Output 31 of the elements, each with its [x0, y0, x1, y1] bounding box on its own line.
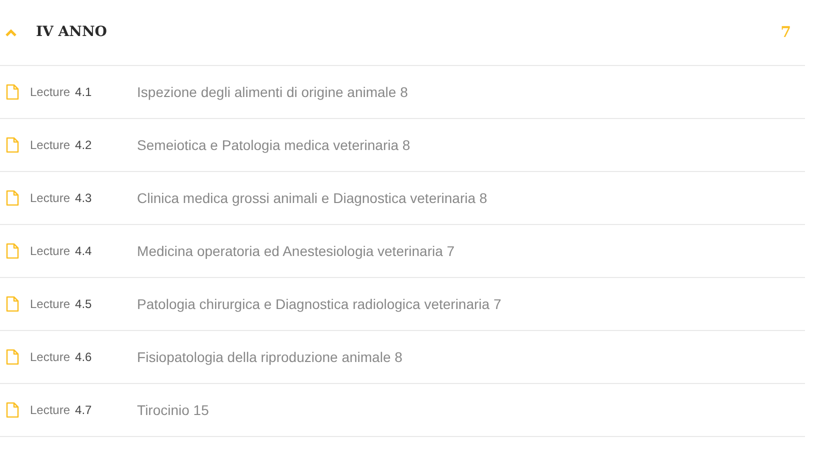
lesson-label: Lecture — [30, 137, 70, 154]
document-icon — [6, 296, 19, 312]
lesson-label: Lecture — [30, 190, 70, 207]
lesson-number: 4.3 — [75, 190, 93, 207]
document-icon — [6, 190, 19, 206]
lesson-label: Lecture — [30, 349, 70, 366]
document-icon — [6, 137, 19, 153]
lesson-title[interactable]: Fisiopatologia della riproduzione animale 8 — [137, 346, 402, 368]
lesson-title[interactable]: Clinica medica grossi animali e Diagnostica veterinaria 8 — [137, 188, 488, 208]
section-header[interactable]: IV ANNO 7 — [0, 0, 805, 66]
lesson-number: 4.6 — [75, 349, 93, 366]
lesson-title[interactable]: Ispezione degli alimenti di origine animale 8 — [137, 82, 408, 102]
lesson-number: 4.1 — [75, 84, 93, 101]
lesson-number: 4.2 — [75, 137, 93, 154]
lesson-label: Lecture — [30, 84, 70, 101]
lesson-label: Lecture — [30, 296, 70, 313]
document-icon — [6, 243, 19, 259]
lesson-label: Lecture — [30, 243, 70, 260]
lesson-number: 4.5 — [75, 296, 93, 313]
lesson-title[interactable]: Semeiotica e Patologia medica veterinaria 8 — [137, 134, 410, 156]
lesson-number: 4.4 — [75, 243, 93, 260]
lesson-label: Lecture — [30, 402, 70, 419]
lesson-number: 4.7 — [75, 402, 93, 419]
document-icon — [6, 402, 19, 418]
document-icon — [6, 84, 19, 100]
lesson-title[interactable]: Tirocinio 15 — [137, 400, 209, 420]
lesson-count: 7 — [780, 22, 791, 44]
document-icon — [6, 349, 19, 365]
lesson-title[interactable]: Patologia chirurgica e Diagnostica radiologica veterinaria 7 — [137, 294, 502, 314]
section-title: IV ANNO — [36, 23, 107, 42]
lesson-title[interactable]: Medicina operatoria ed Anestesiologia veterinaria 7 — [137, 240, 455, 262]
